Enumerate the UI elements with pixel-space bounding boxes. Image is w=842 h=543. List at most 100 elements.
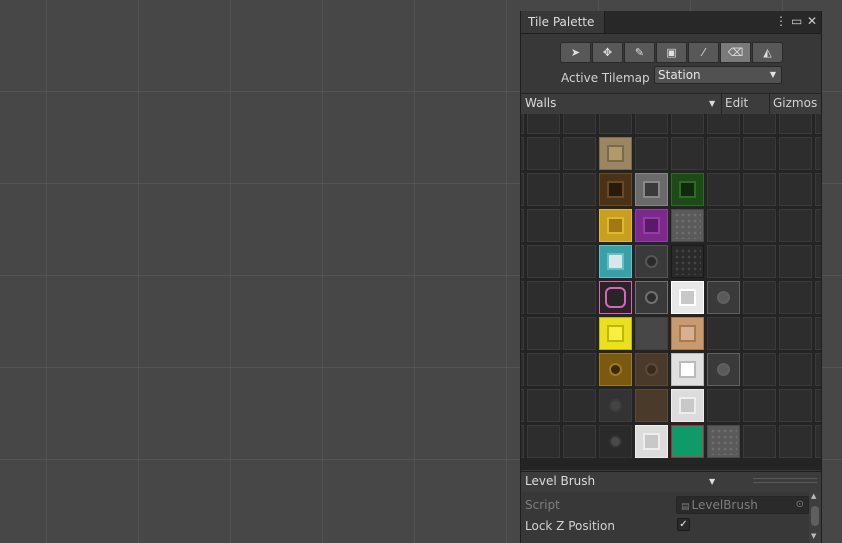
palette-cell[interactable] <box>563 173 596 206</box>
scroll-up-icon[interactable]: ▲ <box>811 492 816 500</box>
palette-cell[interactable] <box>707 137 740 170</box>
scroll-thumb[interactable] <box>811 506 819 526</box>
palette-cell[interactable] <box>527 281 560 314</box>
palette-cell[interactable] <box>521 389 524 422</box>
palette-cell[interactable] <box>563 137 596 170</box>
palette-cell[interactable] <box>779 281 812 314</box>
palette-cell[interactable] <box>527 245 560 278</box>
palette-grid[interactable] <box>521 114 821 470</box>
palette-cell[interactable] <box>707 209 740 242</box>
tab-tile-palette[interactable]: Tile Palette <box>521 11 605 33</box>
scene-view[interactable] <box>0 0 510 543</box>
palette-cell[interactable] <box>743 317 776 350</box>
palette-tile[interactable] <box>707 353 740 386</box>
move-tool-button[interactable]: ✥ <box>592 42 623 63</box>
palette-cell[interactable] <box>743 353 776 386</box>
palette-cell[interactable] <box>815 114 821 134</box>
palette-cell[interactable] <box>521 353 524 386</box>
palette-cell[interactable] <box>743 425 776 458</box>
palette-tile[interactable] <box>599 353 632 386</box>
close-icon[interactable]: ✕ <box>807 13 817 29</box>
picker-tool-button[interactable]: ⁄ <box>688 42 719 63</box>
palette-cell[interactable] <box>779 389 812 422</box>
palette-tile[interactable] <box>635 281 668 314</box>
palette-cell[interactable] <box>527 389 560 422</box>
palette-tile[interactable] <box>671 389 704 422</box>
palette-cell[interactable] <box>815 353 821 386</box>
palette-cell[interactable] <box>779 209 812 242</box>
palette-cell[interactable] <box>521 114 524 134</box>
palette-cell[interactable] <box>779 173 812 206</box>
palette-tile[interactable] <box>707 281 740 314</box>
palette-tile[interactable] <box>599 425 632 458</box>
palette-tile[interactable] <box>599 317 632 350</box>
palette-cell[interactable] <box>707 114 740 134</box>
active-tilemap-dropdown[interactable]: Station ▼ <box>654 66 782 84</box>
palette-cell[interactable] <box>743 389 776 422</box>
palette-cell[interactable] <box>779 114 812 134</box>
edit-button[interactable]: Edit <box>725 96 748 110</box>
palette-cell[interactable] <box>563 209 596 242</box>
palette-cell[interactable] <box>779 245 812 278</box>
palette-cell[interactable] <box>563 281 596 314</box>
palette-dropdown[interactable]: Walls <box>525 96 556 110</box>
palette-cell[interactable] <box>707 245 740 278</box>
eraser-tool-button[interactable]: ⌫ <box>720 42 751 63</box>
palette-cell[interactable] <box>521 209 524 242</box>
palette-cell[interactable] <box>521 137 524 170</box>
palette-cell[interactable] <box>671 137 704 170</box>
palette-cell[interactable] <box>527 317 560 350</box>
palette-cell[interactable] <box>635 137 668 170</box>
palette-cell[interactable] <box>527 137 560 170</box>
palette-cell[interactable] <box>521 173 524 206</box>
palette-cell[interactable] <box>779 317 812 350</box>
palette-cell[interactable] <box>707 389 740 422</box>
palette-cell[interactable] <box>779 425 812 458</box>
palette-cell[interactable] <box>743 245 776 278</box>
palette-cell[interactable] <box>521 281 524 314</box>
palette-tile[interactable] <box>599 209 632 242</box>
palette-cell[interactable] <box>707 317 740 350</box>
gizmos-button[interactable]: Gizmos <box>773 96 817 110</box>
scroll-down-icon[interactable]: ▼ <box>811 532 816 540</box>
palette-tile[interactable] <box>671 209 704 242</box>
palette-cell[interactable] <box>815 389 821 422</box>
palette-cell[interactable] <box>527 173 560 206</box>
select-tool-button[interactable]: ➤ <box>560 42 591 63</box>
palette-cell[interactable] <box>563 317 596 350</box>
palette-cell[interactable] <box>743 114 776 134</box>
palette-tile[interactable] <box>671 353 704 386</box>
palette-cell[interactable] <box>815 425 821 458</box>
palette-cell[interactable] <box>563 114 596 134</box>
palette-tile[interactable] <box>635 245 668 278</box>
palette-tile[interactable] <box>671 173 704 206</box>
palette-cell[interactable] <box>671 114 704 134</box>
palette-cell[interactable] <box>599 114 632 134</box>
object-picker-icon[interactable]: ⊙ <box>796 497 804 513</box>
palette-cell[interactable] <box>527 425 560 458</box>
palette-cell[interactable] <box>563 353 596 386</box>
palette-tile[interactable] <box>599 173 632 206</box>
lock-z-checkbox[interactable]: ✓ <box>677 518 690 531</box>
palette-cell[interactable] <box>521 317 524 350</box>
palette-cell[interactable] <box>815 245 821 278</box>
palette-tile[interactable] <box>599 389 632 422</box>
fill-tool-button[interactable]: ◭ <box>752 42 783 63</box>
palette-cell[interactable] <box>815 317 821 350</box>
palette-tile[interactable] <box>671 245 704 278</box>
palette-cell[interactable] <box>779 137 812 170</box>
palette-tile[interactable] <box>671 425 704 458</box>
resize-handle[interactable] <box>753 478 817 483</box>
palette-cell[interactable] <box>743 209 776 242</box>
palette-cell[interactable] <box>743 281 776 314</box>
maximize-icon[interactable]: ▭ <box>791 13 802 29</box>
palette-cell[interactable] <box>815 209 821 242</box>
palette-cell[interactable] <box>563 245 596 278</box>
palette-cell[interactable] <box>707 173 740 206</box>
palette-tile[interactable] <box>635 425 668 458</box>
palette-cell[interactable] <box>815 137 821 170</box>
palette-tile[interactable] <box>671 317 704 350</box>
palette-tile[interactable] <box>671 281 704 314</box>
palette-cell[interactable] <box>527 209 560 242</box>
palette-tile[interactable] <box>635 353 668 386</box>
